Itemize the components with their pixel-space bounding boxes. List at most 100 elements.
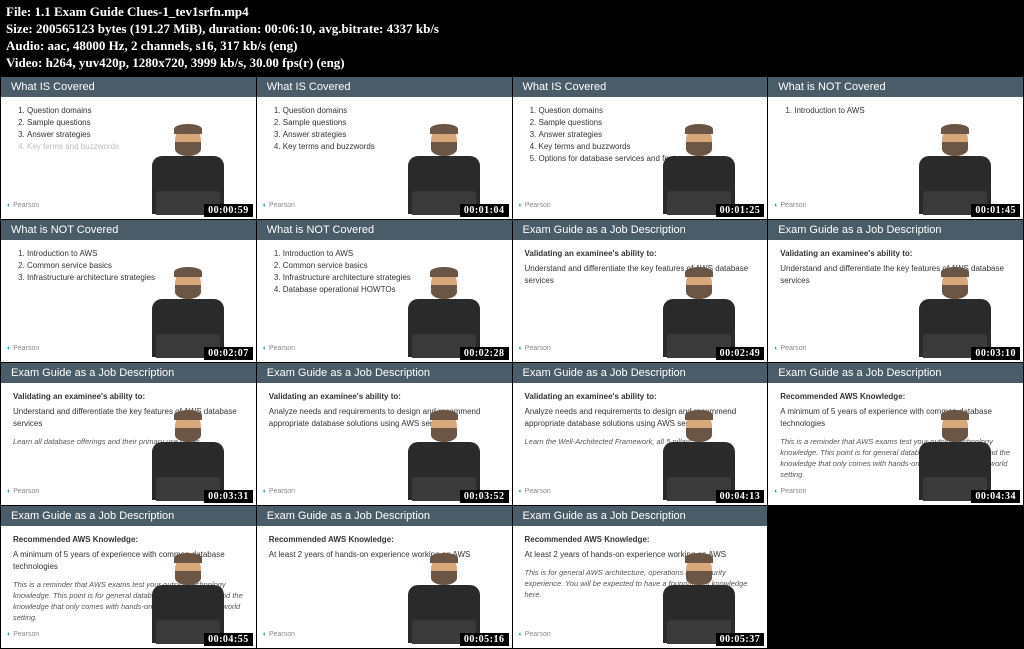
slide-title: What is NOT Covered: [257, 220, 512, 240]
thumbnail-frame: Exam Guide as a Job DescriptionValidatin…: [513, 363, 768, 505]
file-info-header: File: 1.1 Exam Guide Clues-1_tev1srfn.mp…: [0, 0, 1024, 76]
list-item: Question domains: [539, 105, 756, 117]
slide-body: Recommended AWS Knowledge:A minimum of 5…: [1, 526, 256, 644]
list-item: Introduction to AWS: [794, 105, 1011, 117]
timestamp-badge: 00:03:31: [204, 490, 253, 503]
presenter-figure: [913, 263, 998, 358]
slide-body: Introduction to AWSCommon service basics…: [1, 240, 256, 358]
slide-title: Exam Guide as a Job Description: [513, 220, 768, 240]
presenter-figure: [146, 120, 231, 215]
pearson-logo: Pearson: [263, 201, 295, 212]
thumbnail-frame: Exam Guide as a Job DescriptionValidatin…: [257, 363, 512, 505]
slide-subheading: Validating an examinee's ability to:: [780, 248, 1011, 260]
pearson-logo: Pearson: [7, 344, 39, 355]
empty-cell: [768, 506, 1023, 648]
audio-label: Audio:: [6, 38, 44, 53]
slide-title: Exam Guide as a Job Description: [257, 506, 512, 526]
slide-subheading: Recommended AWS Knowledge:: [525, 534, 756, 546]
slide-body: Question domainsSample questionsAnswer s…: [1, 97, 256, 215]
slide-subheading: Validating an examinee's ability to:: [525, 248, 756, 260]
slide-body: Introduction to AWSCommon service basics…: [257, 240, 512, 358]
size-unit: bytes: [98, 21, 127, 36]
pearson-logo: Pearson: [519, 630, 551, 641]
slide-subheading: Validating an examinee's ability to:: [525, 391, 756, 403]
timestamp-badge: 00:00:59: [204, 204, 253, 217]
timestamp-badge: 00:05:37: [716, 633, 765, 646]
list-item: Introduction to AWS: [283, 248, 500, 260]
pearson-logo: Pearson: [7, 487, 39, 498]
slide-title: What is NOT Covered: [1, 220, 256, 240]
slide-subheading: Recommended AWS Knowledge:: [780, 391, 1011, 403]
slide-body: Introduction to AWS Pearson: [768, 97, 1023, 215]
file-value: 1.1 Exam Guide Clues-1_tev1srfn.mp4: [35, 4, 249, 19]
thumbnail-frame: What is NOT CoveredIntroduction to AWSPe…: [768, 77, 1023, 219]
pearson-logo: Pearson: [263, 487, 295, 498]
thumbnail-frame: Exam Guide as a Job Description Validatin…: [1, 363, 256, 505]
presenter-figure: [913, 120, 998, 215]
presenter-figure: [657, 406, 742, 501]
presenter-figure: [146, 263, 231, 358]
size-label: Size:: [6, 21, 33, 36]
pearson-logo: Pearson: [263, 630, 295, 641]
presenter-figure: [146, 549, 231, 644]
slide-title: Exam Guide as a Job Description: [1, 363, 256, 383]
slide-list: Introduction to AWS: [780, 105, 1011, 117]
slide-title: What IS Covered: [1, 77, 256, 97]
slide-body: Recommended AWS Knowledge:At least 2 yea…: [257, 526, 512, 644]
duration-label: duration:: [209, 21, 262, 36]
presenter-figure: [657, 263, 742, 358]
slide-body: Validating an examinee's ability to:Unde…: [768, 240, 1023, 358]
timestamp-badge: 00:03:10: [971, 347, 1020, 360]
presenter-figure: [402, 263, 487, 358]
timestamp-badge: 00:02:28: [460, 347, 509, 360]
thumbnail-frame: What is NOT CoveredIntroduction to AWSCo…: [257, 220, 512, 362]
video-value: h264, yuv420p, 1280x720, 3999 kb/s, 30.0…: [46, 55, 345, 70]
timestamp-badge: 00:01:45: [971, 204, 1020, 217]
pearson-logo: Pearson: [519, 201, 551, 212]
timestamp-badge: 00:01:04: [460, 204, 509, 217]
presenter-figure: [913, 406, 998, 501]
slide-body: Question domainsSample questionsAnswer s…: [513, 97, 768, 215]
slide-title: Exam Guide as a Job Description: [1, 506, 256, 526]
thumbnail-frame: What IS CoveredQuestion domainsSample qu…: [513, 77, 768, 219]
video-label: Video:: [6, 55, 42, 70]
slide-title: Exam Guide as a Job Description: [513, 506, 768, 526]
thumbnail-frame: Exam Guide as a Job DescriptionValidatin…: [768, 220, 1023, 362]
file-label: File:: [6, 4, 31, 19]
thumbnail-frame: Exam Guide as a Job DescriptionRecommend…: [257, 506, 512, 648]
pearson-logo: Pearson: [7, 630, 39, 641]
slide-body: Question domainsSample questionsAnswer s…: [257, 97, 512, 215]
presenter-figure: [402, 549, 487, 644]
slide-body: Validating an examinee's ability to:Anal…: [257, 383, 512, 501]
timestamp-badge: 00:04:55: [204, 633, 253, 646]
slide-body: Validating an examinee's ability to:Anal…: [513, 383, 768, 501]
slide-title: What IS Covered: [513, 77, 768, 97]
bitrate-value: 4337 kb/s: [387, 21, 439, 36]
timestamp-badge: 00:03:52: [460, 490, 509, 503]
slide-subheading: Recommended AWS Knowledge:: [269, 534, 500, 546]
timestamp-badge: 00:02:07: [204, 347, 253, 360]
size-mib: (191.27 MiB): [130, 21, 202, 36]
slide-body: Recommended AWS Knowledge:A minimum of 5…: [768, 383, 1023, 501]
timestamp-badge: 00:05:16: [460, 633, 509, 646]
pearson-logo: Pearson: [774, 344, 806, 355]
slide-body: Recommended AWS Knowledge:At least 2 yea…: [513, 526, 768, 644]
slide-title: What IS Covered: [257, 77, 512, 97]
presenter-figure: [146, 406, 231, 501]
pearson-logo: Pearson: [774, 201, 806, 212]
slide-title: Exam Guide as a Job Description: [768, 220, 1023, 240]
slide-body: Validating an examinee's ability to:Unde…: [513, 240, 768, 358]
slide-subheading: Validating an examinee's ability to:: [13, 391, 244, 403]
thumbnail-frame: Exam Guide as a Job DescriptionValidatin…: [513, 220, 768, 362]
thumbnail-frame: Exam Guide as a Job DescriptionRecommend…: [1, 506, 256, 648]
presenter-figure: [402, 406, 487, 501]
thumbnail-frame: Exam Guide as a Job DescriptionRecommend…: [513, 506, 768, 648]
pearson-logo: Pearson: [7, 201, 39, 212]
slide-subheading: Validating an examinee's ability to:: [269, 391, 500, 403]
list-item: Question domains: [27, 105, 244, 117]
slide-title: Exam Guide as a Job Description: [768, 363, 1023, 383]
pearson-logo: Pearson: [519, 487, 551, 498]
slide-title: Exam Guide as a Job Description: [513, 363, 768, 383]
timestamp-badge: 00:04:13: [716, 490, 765, 503]
presenter-figure: [657, 549, 742, 644]
